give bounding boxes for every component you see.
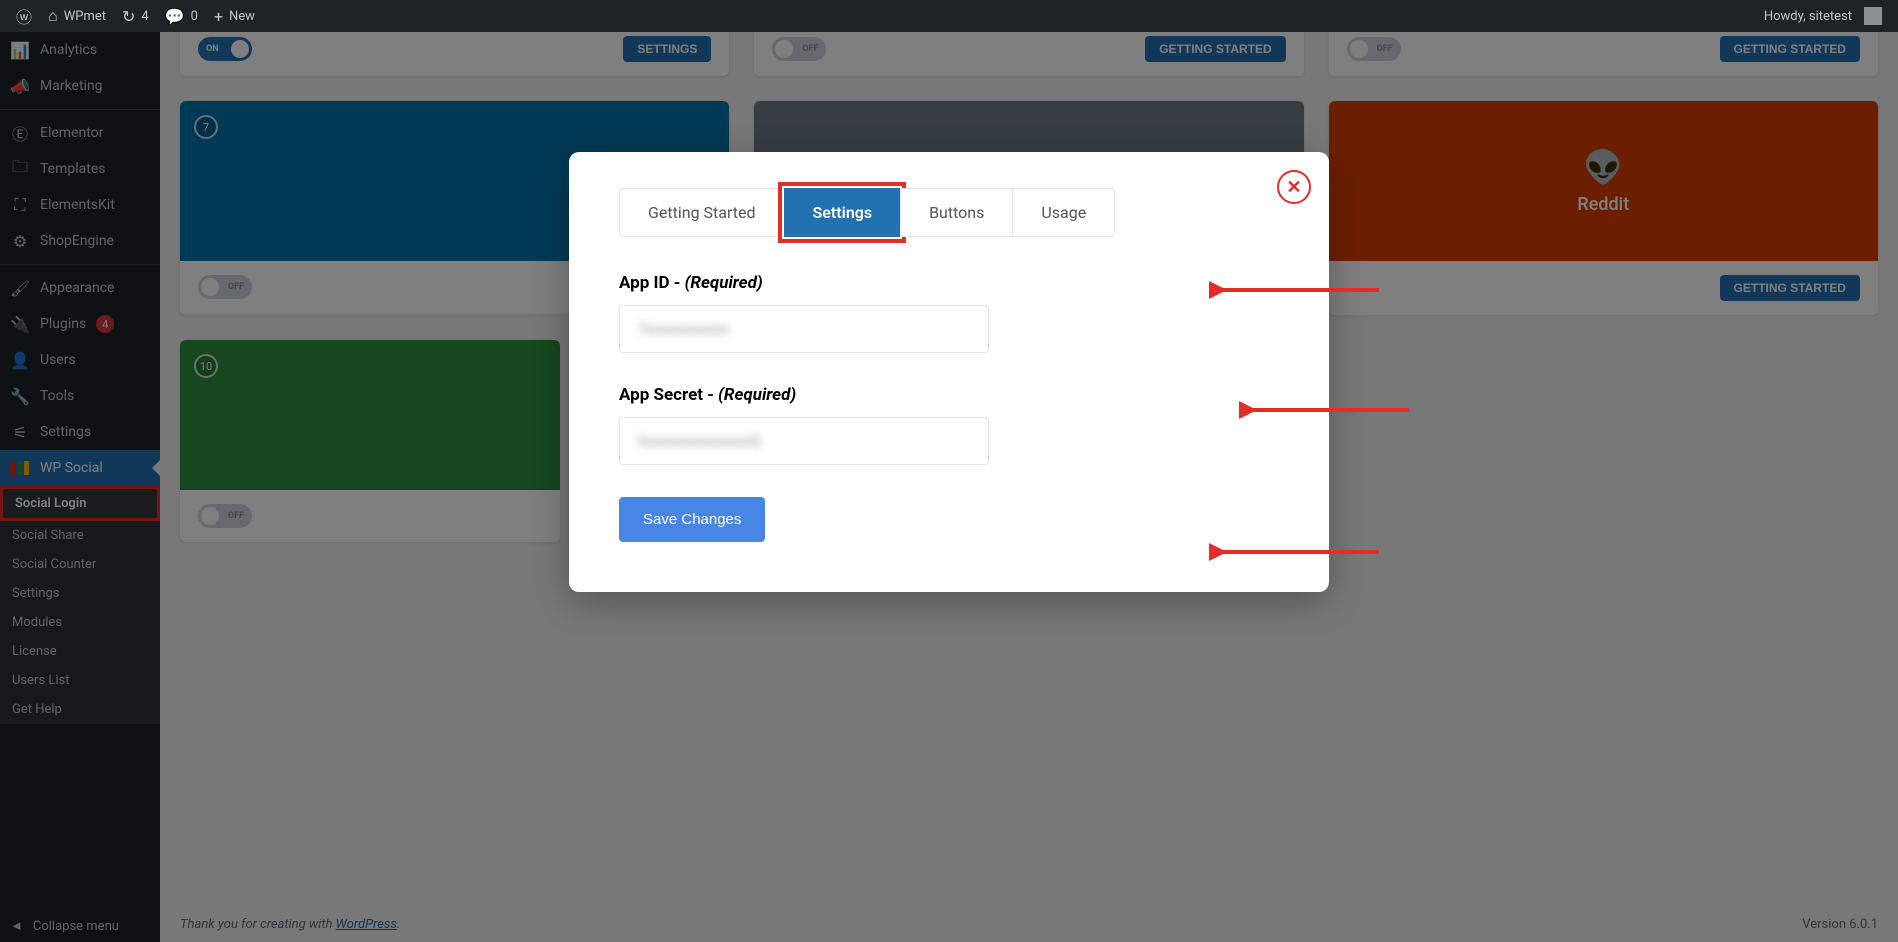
- app-secret-label: App Secret - (Required): [619, 385, 1279, 405]
- site-name: WPmet: [64, 9, 106, 24]
- howdy-text: Howdy, sitetest: [1764, 9, 1852, 24]
- app-id-label: App ID - (Required): [619, 273, 1279, 293]
- annotation-arrow: [1209, 280, 1379, 300]
- howdy-link[interactable]: Howdy, sitetest: [1756, 0, 1890, 32]
- site-link[interactable]: ⌂ WPmet: [40, 0, 114, 32]
- tab-usage[interactable]: Usage: [1012, 188, 1115, 237]
- refresh-icon: ↻: [122, 7, 135, 26]
- dialog-tabs: Getting Started Settings Buttons Usage: [619, 188, 1279, 237]
- tab-settings[interactable]: Settings: [784, 188, 901, 237]
- settings-dialog: ✕ Getting Started Settings Buttons Usage…: [569, 152, 1329, 592]
- annotation-arrow: [1209, 542, 1379, 562]
- home-icon: ⌂: [48, 6, 58, 26]
- plus-icon: +: [214, 7, 223, 26]
- admin-bar: ⓦ ⌂WPmet ↻4 💬0 +New Howdy, sitetest: [0, 0, 1898, 32]
- avatar-icon: [1864, 7, 1882, 25]
- annotation-arrow: [1239, 400, 1409, 420]
- comment-icon: 💬: [165, 7, 185, 26]
- new-label: New: [229, 9, 255, 24]
- comments-count: 0: [191, 9, 198, 24]
- app-id-input[interactable]: 7xxxxxxxxxxn: [619, 305, 989, 353]
- close-button[interactable]: ✕: [1277, 170, 1311, 204]
- app-secret-input[interactable]: hxxxxxxxxxxxxxxQ: [619, 417, 989, 465]
- updates-link[interactable]: ↻4: [114, 0, 157, 32]
- comments-link[interactable]: 💬0: [157, 0, 206, 32]
- modal-overlay: ✕ Getting Started Settings Buttons Usage…: [0, 32, 1898, 942]
- save-changes-button[interactable]: Save Changes: [619, 497, 765, 542]
- tab-getting-started[interactable]: Getting Started: [619, 188, 784, 237]
- wordpress-icon: ⓦ: [16, 4, 32, 28]
- updates-count: 4: [141, 9, 148, 24]
- tab-buttons[interactable]: Buttons: [900, 188, 1012, 237]
- new-link[interactable]: + New: [206, 0, 263, 32]
- close-icon: ✕: [1286, 177, 1301, 198]
- wp-logo[interactable]: ⓦ: [8, 0, 40, 32]
